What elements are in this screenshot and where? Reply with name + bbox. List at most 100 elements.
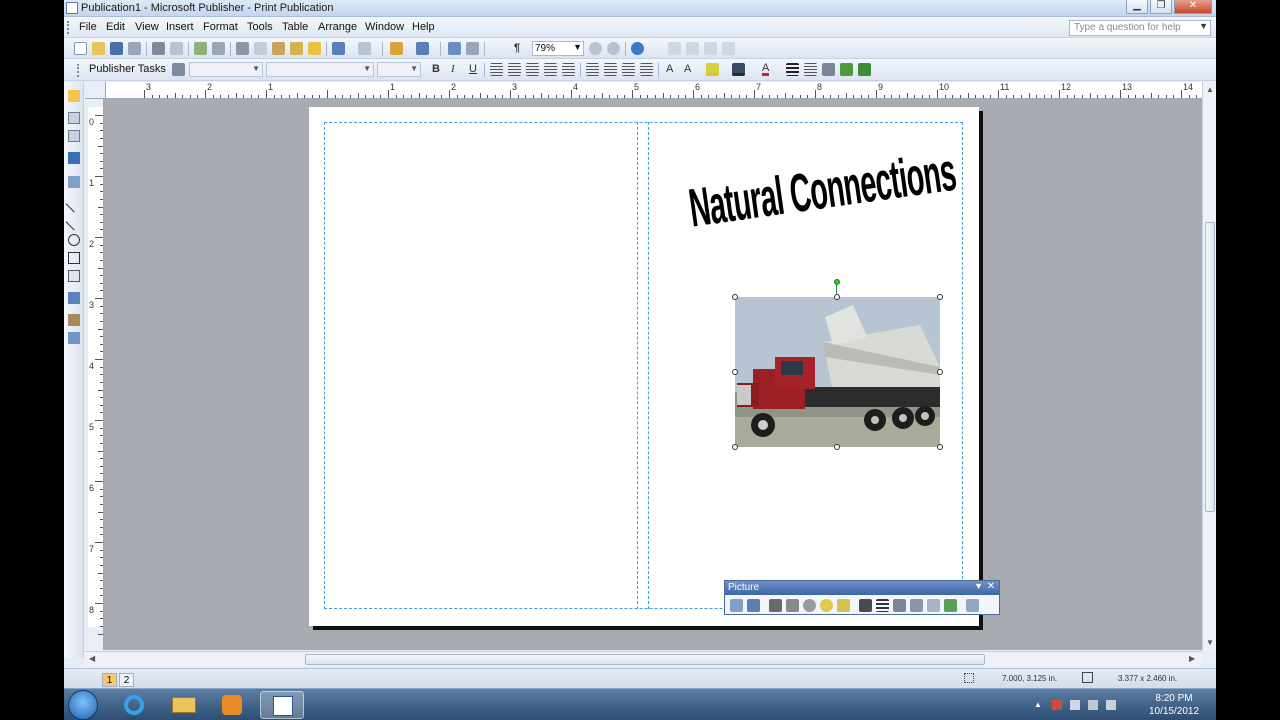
resize-handle-top-right[interactable] [937,294,943,300]
font-name-combo[interactable]: ▼ [266,62,374,77]
reset-picture-icon[interactable] [966,599,979,612]
paste-icon[interactable] [272,42,285,55]
help-search-input[interactable]: Type a question for help ▼ [1069,20,1211,36]
arrow-style-icon[interactable] [822,63,835,76]
copy-icon[interactable] [254,42,267,55]
new-icon[interactable] [74,42,87,55]
horizontal-ruler[interactable]: 3 2 1 1 2 3 4 5 6 7 8 9 10 11 12 13 14 [106,82,1202,99]
vertical-scrollbar[interactable]: ▲ ▼ [1202,82,1216,650]
less-brightness-icon[interactable] [820,599,833,612]
vertical-scroll-thumb[interactable] [1205,222,1215,512]
dash-style-icon[interactable] [804,63,817,76]
taskbar-explorer[interactable] [162,691,206,719]
menu-table[interactable]: Table [282,21,308,33]
italic-button[interactable]: I [451,63,455,75]
resize-handle-bottom-left[interactable] [732,444,738,450]
scroll-down-icon[interactable]: ▼ [1206,638,1214,647]
increase-font-icon[interactable]: A [684,63,691,75]
decrease-indent-icon[interactable] [622,63,635,76]
font-size-combo[interactable]: ▼ [377,62,421,77]
format-painter-icon[interactable] [290,42,303,55]
style-dropdown-icon[interactable]: ▼ [252,64,260,73]
battery-icon[interactable] [1070,700,1080,710]
align-center-icon[interactable] [508,63,521,76]
horizontal-scroll-thumb[interactable] [305,654,985,665]
scroll-left-icon[interactable]: ◀ [89,654,95,663]
help-dropdown-icon[interactable]: ▼ [1199,21,1208,31]
publisher-app-icon[interactable] [66,2,78,14]
scroll-right-icon[interactable]: ▶ [1189,654,1195,663]
clear-icon[interactable] [308,42,321,55]
bullets-icon[interactable] [604,63,617,76]
rotate-handle[interactable] [834,279,840,285]
set-transparent-color-icon[interactable] [944,599,957,612]
zoom-combo[interactable]: 79% ▼ [532,41,584,56]
publisher-tasks-button[interactable]: Publisher Tasks [89,63,166,75]
line-spacing-icon[interactable] [562,63,575,76]
special-characters-icon[interactable]: ¶ [514,42,520,54]
resize-handle-top-left[interactable] [732,294,738,300]
open-icon[interactable] [92,42,105,55]
publication-page[interactable]: Natural Connections [309,107,979,626]
align-right-icon[interactable] [526,63,539,76]
system-clock[interactable]: 8:20 PM 10/15/2012 [1144,692,1204,718]
shadow-style-icon[interactable] [840,63,853,76]
print-preview-icon[interactable] [170,42,183,55]
bring-to-front-icon[interactable] [390,42,403,55]
ruler-corner[interactable] [85,82,106,99]
menu-edit[interactable]: Edit [106,21,125,33]
taskbar-internet-explorer[interactable] [114,691,158,719]
restore-button[interactable]: ❐ [1150,0,1172,14]
line-style-icon[interactable] [786,63,799,76]
distribute-icon[interactable] [722,42,735,55]
zoom-out-icon[interactable] [589,42,602,55]
group-icon[interactable] [668,42,681,55]
more-contrast-icon[interactable] [769,599,782,612]
menu-arrange[interactable]: Arrange [318,21,357,33]
rotate-icon[interactable] [416,42,429,55]
save-icon[interactable] [110,42,123,55]
resize-handle-right[interactable] [937,369,943,375]
zoom-in-icon[interactable] [607,42,620,55]
zoom-dropdown-icon[interactable]: ▼ [573,42,582,52]
numbering-icon[interactable] [586,63,599,76]
more-brightness-icon[interactable] [803,599,816,612]
resize-handle-top[interactable] [834,294,840,300]
hot-spot-tool-icon[interactable] [68,292,80,304]
vertical-ruler[interactable]: 0 1 2 3 4 5 6 7 8 [85,99,104,650]
decrease-font-icon[interactable]: A [666,63,673,75]
menu-grip[interactable] [67,21,71,34]
page-1-tab[interactable]: 1 [102,673,117,687]
compress-icon[interactable] [893,599,906,612]
redo-icon[interactable] [358,42,371,55]
picture-tool-icon[interactable] [68,176,80,188]
spelling-icon[interactable] [194,42,207,55]
design-gallery-icon[interactable] [68,314,80,326]
taskbar-media-player[interactable] [210,691,254,719]
cut-icon[interactable] [236,42,249,55]
rectangle-tool-icon[interactable] [68,252,80,264]
select-tool-icon[interactable] [68,90,80,102]
zoom-icon[interactable] [466,42,479,55]
volume-icon[interactable] [1106,700,1116,710]
oval-tool-icon[interactable] [68,234,80,246]
text-box-tool-icon[interactable] [68,112,80,124]
ungroup-icon[interactable] [686,42,699,55]
scroll-up-icon[interactable]: ▲ [1206,85,1214,94]
show-hidden-icons[interactable]: ▲ [1034,700,1044,710]
scratch-area[interactable]: Natural Connections Picture ▼ ✕ [104,99,1202,650]
crop-icon[interactable] [859,599,872,612]
undo-icon[interactable] [332,42,345,55]
page-2-tab[interactable]: 2 [119,673,134,687]
justify-icon[interactable] [544,63,557,76]
bold-button[interactable]: B [432,63,440,75]
start-button[interactable] [68,690,98,720]
help-icon[interactable] [631,42,644,55]
wordart-tool-icon[interactable] [68,152,80,164]
style-combo[interactable]: ▼ [189,62,263,77]
increase-indent-icon[interactable] [640,63,653,76]
menu-format[interactable]: Format [203,21,238,33]
align-left-icon[interactable] [490,63,503,76]
table-tool-icon[interactable] [68,130,80,142]
align-icon[interactable] [704,42,717,55]
